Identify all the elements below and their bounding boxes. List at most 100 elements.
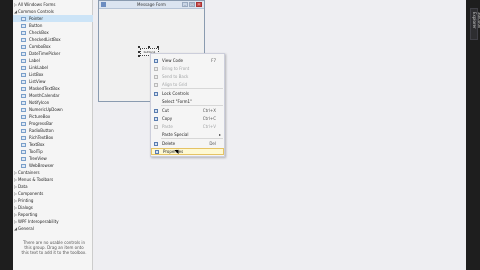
toolbox-item[interactable]: Pointer [13, 15, 93, 22]
toolbox-category[interactable]: ▷ Dialogs [13, 204, 93, 211]
toolbox-category[interactable]: ▷ Data [13, 183, 93, 190]
toolbox-category[interactable]: ▷ Printing [13, 197, 93, 204]
toolbox-label: Containers [18, 170, 40, 175]
toolbox-label: CheckedListBox [29, 37, 61, 42]
menu-item-shortcut: Ctrl+X [202, 108, 216, 113]
control-icon [21, 86, 26, 91]
toolbox-label: Data [18, 184, 28, 189]
toolbox-label: NotifyIcon [29, 100, 50, 105]
menu-item-copy[interactable]: Copy Ctrl+C [151, 115, 224, 122]
menu-item-align-to-grid[interactable]: Align to Grid [151, 81, 224, 88]
delete-icon [154, 141, 158, 146]
toolbox-item[interactable]: CheckedListBox [13, 36, 93, 43]
grid-icon [154, 82, 158, 87]
toolbox-item[interactable]: MonthCalendar [13, 92, 93, 99]
toolbox-category[interactable]: ▷ All Windows Forms [13, 1, 93, 8]
resize-handle[interactable] [157, 46, 159, 48]
toolbox-item[interactable]: ListView [13, 78, 93, 85]
menu-item-paste-special[interactable]: Paste Special ▸ [151, 131, 224, 138]
toolbox-empty-message: There are no usable controls in this gro… [21, 240, 87, 255]
control-icon [21, 58, 26, 63]
menu-item-paste[interactable]: Paste Ctrl+V [151, 123, 224, 130]
menu-item-select-form1[interactable]: Select "Form1" [151, 98, 224, 105]
toolbox-label: Button [29, 23, 43, 28]
menu-item-bring-to-front[interactable]: Bring to Front [151, 65, 224, 72]
menu-item-cut[interactable]: Cut Ctrl+X [151, 107, 224, 114]
toolbox-label: ToolTip [29, 149, 43, 154]
toolbox-category[interactable]: ▷ WPF Interoperability [13, 218, 93, 225]
minimize-icon[interactable]: _ [182, 2, 188, 7]
toolbox-label: ComboBox [29, 44, 51, 49]
toolbox-item[interactable]: CheckBox [13, 29, 93, 36]
control-icon [21, 121, 26, 126]
toolbox-category[interactable]: ▷ Reporting [13, 211, 93, 218]
solution-explorer-tab[interactable]: Solution Explorer [470, 8, 480, 40]
blank-icon [154, 133, 158, 137]
lock-icon [154, 91, 158, 96]
toolbox-category[interactable]: ▷ Menus & Toolbars [13, 176, 93, 183]
menu-item-properties[interactable]: Properties [151, 148, 224, 155]
menu-item-label: Bring to Front [162, 66, 190, 71]
toolbox-item[interactable]: WebBrowser [13, 162, 93, 169]
resize-handle[interactable] [138, 51, 140, 53]
maximize-icon[interactable]: □ [189, 2, 195, 7]
toolbox-item[interactable]: MaskedTextBox [13, 85, 93, 92]
toolbox-label: Printing [18, 198, 34, 203]
toolbox-item[interactable]: ComboBox [13, 43, 93, 50]
toolbox-item[interactable]: ToolTip [13, 148, 93, 155]
toolbox-label: TextBox [29, 142, 45, 147]
menu-separator [161, 105, 223, 106]
toolbox-label: Dialogs [18, 205, 33, 210]
context-menu: View Code F7 Bring to Front Send to Back Ali… [150, 53, 225, 157]
control-icon [21, 149, 26, 154]
toolbox-item[interactable]: ProgressBar [13, 120, 93, 127]
toolbox-category[interactable]: ▷ Containers [13, 169, 93, 176]
toolbox-category[interactable]: ▷ Components [13, 190, 93, 197]
toolbox-label: Label [29, 58, 40, 63]
toolbox-label: ProgressBar [29, 121, 53, 126]
toolbox-label: DateTimePicker [29, 51, 61, 56]
toolbox-item[interactable]: NotifyIcon [13, 99, 93, 106]
control-icon [21, 100, 26, 105]
menu-item-delete[interactable]: Delete Del [151, 140, 224, 147]
close-icon[interactable]: x [196, 2, 202, 7]
toolbox-item[interactable]: RichTextBox [13, 134, 93, 141]
toolbox-item[interactable]: DateTimePicker [13, 50, 93, 57]
control-icon [21, 44, 26, 49]
toolbox-label: LinkLabel [29, 65, 48, 70]
menu-item-lock-controls[interactable]: Lock Controls [151, 90, 224, 97]
toolbox-label: RichTextBox [29, 135, 54, 140]
toolbox-item[interactable]: TreeView [13, 155, 93, 162]
form-title: Message Form [137, 2, 166, 7]
control-icon [21, 37, 26, 42]
control-icon [21, 65, 26, 70]
resize-handle[interactable] [138, 55, 140, 57]
toolbox-item[interactable]: Button [13, 22, 93, 29]
toolbox-item[interactable]: ListBox [13, 71, 93, 78]
right-dock-bar: Solution Explorer [466, 0, 480, 270]
code-icon [154, 58, 158, 63]
toolbox-item[interactable]: Label [13, 57, 93, 64]
resize-handle[interactable] [138, 46, 140, 48]
toolbox-category[interactable]: ◢ Common Controls [13, 8, 93, 15]
resize-handle[interactable] [148, 46, 150, 48]
toolbox-label: Menus & Toolbars [18, 177, 54, 182]
menu-item-label: Delete [162, 141, 176, 146]
toolbox-label: CheckBox [29, 30, 49, 35]
menu-item-view-code[interactable]: View Code F7 [151, 57, 224, 64]
toolbox-item[interactable]: LinkLabel [13, 64, 93, 71]
menu-item-shortcut: Del [209, 141, 216, 146]
menu-item-send-to-back[interactable]: Send to Back [151, 73, 224, 80]
toolbox-item[interactable]: TextBox [13, 141, 93, 148]
toolbox-label: ListBox [29, 72, 44, 77]
menu-item-label: Properties [163, 149, 184, 154]
toolbox-label: WPF Interoperability [18, 219, 59, 224]
bring-front-icon [154, 66, 158, 71]
toolbox-label: Reporting [18, 212, 38, 217]
toolbox-label: Components [18, 191, 44, 196]
toolbox-item[interactable]: RadioButton [13, 127, 93, 134]
toolbox-label: MonthCalendar [29, 93, 60, 98]
toolbox-item[interactable]: PictureBox [13, 113, 93, 120]
toolbox-category[interactable]: ◢ General [13, 225, 93, 232]
toolbox-item[interactable]: NumericUpDown [13, 106, 93, 113]
